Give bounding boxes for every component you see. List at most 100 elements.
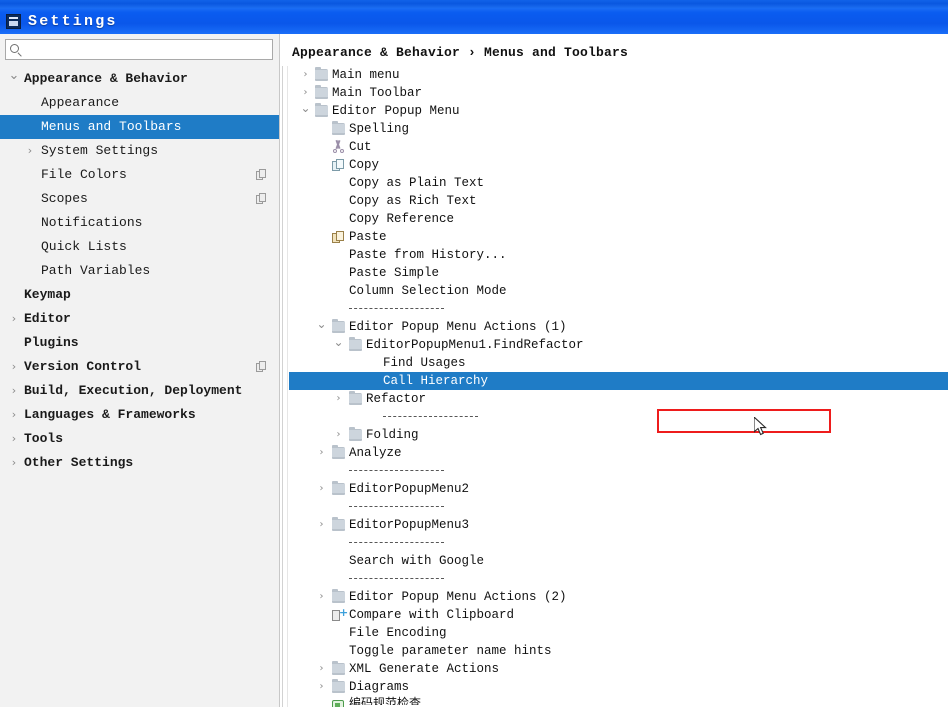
sidebar-item-label: System Settings — [41, 143, 159, 158]
tree-row-main-toolbar[interactable]: › Main Toolbar — [289, 84, 948, 102]
tree-row-editorpopupmenu2[interactable]: › EditorPopupMenu2 — [289, 480, 948, 498]
tree-row-editor-popup-menu-actions-1[interactable]: ⌄ Editor Popup Menu Actions (1) — [289, 318, 948, 336]
sidebar-item-quick-lists[interactable]: Quick Lists — [0, 235, 279, 259]
sidebar-item-system-settings[interactable]: › System Settings — [0, 139, 279, 163]
tree-row-editorpopupmenu1-findrefactor[interactable]: ⌄ EditorPopupMenu1.FindRefactor — [289, 336, 948, 354]
tree-row-label: Editor Popup Menu — [332, 104, 460, 118]
tree-row-column-selection-mode[interactable]: Column Selection Mode — [289, 282, 948, 300]
paste-icon — [332, 231, 345, 243]
sidebar-item-plugins[interactable]: Plugins — [0, 331, 279, 355]
sidebar-item-tools[interactable]: › Tools — [0, 427, 279, 451]
sidebar-item-keymap[interactable]: Keymap — [0, 283, 279, 307]
tree-row-editorpopupmenu3[interactable]: › EditorPopupMenu3 — [289, 516, 948, 534]
folder-icon — [332, 661, 345, 675]
tree-row-call-hierarchy[interactable]: Call Hierarchy — [289, 372, 948, 390]
sidebar-item-label: Appearance & Behavior — [24, 71, 188, 86]
sidebar-item-label: Menus and Toolbars — [41, 119, 182, 134]
tree-row-xml-generate-actions[interactable]: › XML Generate Actions — [289, 660, 948, 678]
tree-row-label: Find Usages — [383, 356, 466, 370]
tree-row-label: Paste — [349, 230, 387, 244]
search-input[interactable] — [23, 40, 258, 59]
tree-row-label: Call Hierarchy — [383, 374, 489, 388]
menu-separator — [349, 542, 444, 543]
tree-row-label: Editor Popup Menu Actions (1) — [349, 320, 567, 334]
tree-row-main-menu[interactable]: › Main menu — [289, 66, 948, 84]
chevron-right-icon[interactable]: › — [315, 516, 328, 534]
sidebar-item-file-colors[interactable]: File Colors — [0, 163, 279, 187]
tree-row-separator[interactable] — [289, 498, 948, 516]
sidebar-item-build-execution-deployment[interactable]: › Build, Execution, Deployment — [0, 379, 279, 403]
chevron-right-icon[interactable]: › — [332, 426, 345, 444]
tree-row-search-with-google[interactable]: Search with Google — [289, 552, 948, 570]
sidebar-item-menus-and-toolbars[interactable]: Menus and Toolbars — [0, 115, 279, 139]
chevron-down-icon[interactable]: ⌄ — [315, 318, 328, 336]
tree-row-separator[interactable] — [289, 408, 948, 426]
tree-row-separator[interactable] — [289, 462, 948, 480]
tree-row-paste-simple[interactable]: Paste Simple — [289, 264, 948, 282]
menus-tree[interactable]: › Main menu › Main Toolbar ⌄ Editor Popup Men… — [289, 66, 948, 707]
sidebar-item-path-variables[interactable]: Path Variables — [0, 259, 279, 283]
tree-row-label: Copy as Rich Text — [349, 194, 477, 208]
chevron-right-icon[interactable]: › — [8, 379, 20, 403]
tree-row-label: Paste from History... — [349, 248, 507, 262]
tree-row-spelling[interactable]: Spelling — [289, 120, 948, 138]
tree-row-toggle-parameter-name-hints[interactable]: Toggle parameter name hints — [289, 642, 948, 660]
tree-row-copy-as-rich-text[interactable]: Copy as Rich Text — [289, 192, 948, 210]
tree-row-item-35[interactable]: 编码规范检查 — [289, 696, 948, 707]
tree-row-analyze[interactable]: › Analyze — [289, 444, 948, 462]
chevron-right-icon[interactable]: › — [8, 427, 20, 451]
chevron-right-icon[interactable]: › — [299, 84, 312, 102]
chevron-down-icon[interactable]: ⌄ — [299, 102, 312, 120]
tree-row-refactor[interactable]: › Refactor — [289, 390, 948, 408]
chevron-right-icon[interactable]: › — [315, 678, 328, 696]
tree-row-copy-as-plain-text[interactable]: Copy as Plain Text — [289, 174, 948, 192]
chevron-right-icon[interactable]: › — [8, 307, 20, 331]
copy-settings-icon[interactable] — [256, 361, 267, 373]
chevron-right-icon[interactable]: › — [332, 390, 345, 408]
tree-row-paste[interactable]: Paste — [289, 228, 948, 246]
tree-row-cut[interactable]: Cut — [289, 138, 948, 156]
chevron-right-icon[interactable]: › — [8, 403, 20, 427]
tree-row-label: Diagrams — [349, 680, 410, 694]
chevron-right-icon[interactable]: › — [8, 451, 20, 475]
tree-row-separator[interactable] — [289, 300, 948, 318]
copy-settings-icon[interactable] — [256, 169, 267, 181]
tree-row-folding[interactable]: › Folding — [289, 426, 948, 444]
tree-row-editor-popup-menu-actions-2[interactable]: › Editor Popup Menu Actions (2) — [289, 588, 948, 606]
tree-row-editor-popup-menu[interactable]: ⌄ Editor Popup Menu — [289, 102, 948, 120]
sidebar-item-languages-frameworks[interactable]: › Languages & Frameworks — [0, 403, 279, 427]
tree-row-copy-reference[interactable]: Copy Reference — [289, 210, 948, 228]
chevron-right-icon[interactable]: › — [315, 480, 328, 498]
code-inspection-icon — [332, 700, 344, 707]
copy-settings-icon[interactable] — [256, 193, 267, 205]
chevron-right-icon[interactable]: › — [299, 66, 312, 84]
sidebar-item-notifications[interactable]: Notifications — [0, 211, 279, 235]
tree-row-label: Paste Simple — [349, 266, 440, 280]
chevron-right-icon[interactable]: › — [8, 355, 20, 379]
tree-row-separator[interactable] — [289, 534, 948, 552]
folder-icon — [332, 589, 345, 603]
sidebar-item-scopes[interactable]: Scopes — [0, 187, 279, 211]
sidebar-item-appearance[interactable]: Appearance — [0, 91, 279, 115]
tree-row-find-usages[interactable]: Find Usages — [289, 354, 948, 372]
chevron-right-icon[interactable]: › — [315, 444, 328, 462]
chevron-right-icon[interactable]: › — [315, 660, 328, 678]
menu-separator — [349, 308, 444, 309]
sidebar-item-appearance-behavior[interactable]: ⌄ Appearance & Behavior — [0, 67, 279, 91]
chevron-down-icon[interactable]: ⌄ — [332, 336, 345, 354]
sidebar-item-other-settings[interactable]: › Other Settings — [0, 451, 279, 475]
tree-row-diagrams[interactable]: › Diagrams — [289, 678, 948, 696]
window-icon — [6, 13, 21, 29]
tree-row-label: Refactor — [366, 392, 427, 406]
tree-row-file-encoding[interactable]: File Encoding — [289, 624, 948, 642]
sidebar-item-version-control[interactable]: › Version Control — [0, 355, 279, 379]
tree-row-paste-from-history[interactable]: Paste from History... — [289, 246, 948, 264]
chevron-down-icon[interactable]: ⌄ — [8, 67, 20, 91]
chevron-right-icon[interactable]: › — [24, 139, 36, 163]
tree-row-copy[interactable]: Copy — [289, 156, 948, 174]
tree-row-compare-with-clipboard[interactable]: Compare with Clipboard — [289, 606, 948, 624]
search-box[interactable] — [5, 39, 273, 60]
sidebar-item-editor[interactable]: › Editor — [0, 307, 279, 331]
tree-row-separator[interactable] — [289, 570, 948, 588]
chevron-right-icon[interactable]: › — [315, 588, 328, 606]
